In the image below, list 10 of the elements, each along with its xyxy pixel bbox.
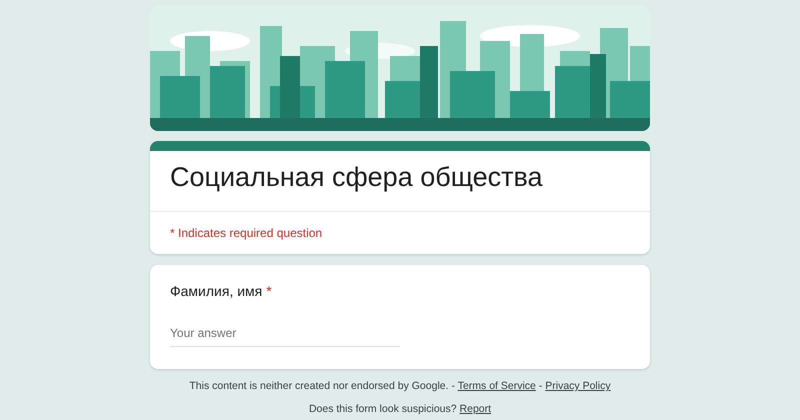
question-label: Фамилия, имя	[170, 282, 262, 301]
terms-link[interactable]: Terms of Service	[458, 380, 536, 392]
answer-field[interactable]: Your answer	[170, 324, 400, 347]
required-asterisk: *	[266, 282, 272, 301]
disclaimer-text: This content is neither created nor endorsed by Google. - Terms of Service - Privacy Policy	[189, 379, 611, 394]
form-title: Социальная сфера общества	[170, 161, 544, 194]
privacy-link[interactable]: Privacy Policy	[545, 380, 611, 392]
suspicious-text: Does this form look suspicious? Report	[308, 402, 492, 417]
required-note: * Indicates required question	[170, 226, 322, 240]
report-link[interactable]: Report	[460, 402, 492, 415]
